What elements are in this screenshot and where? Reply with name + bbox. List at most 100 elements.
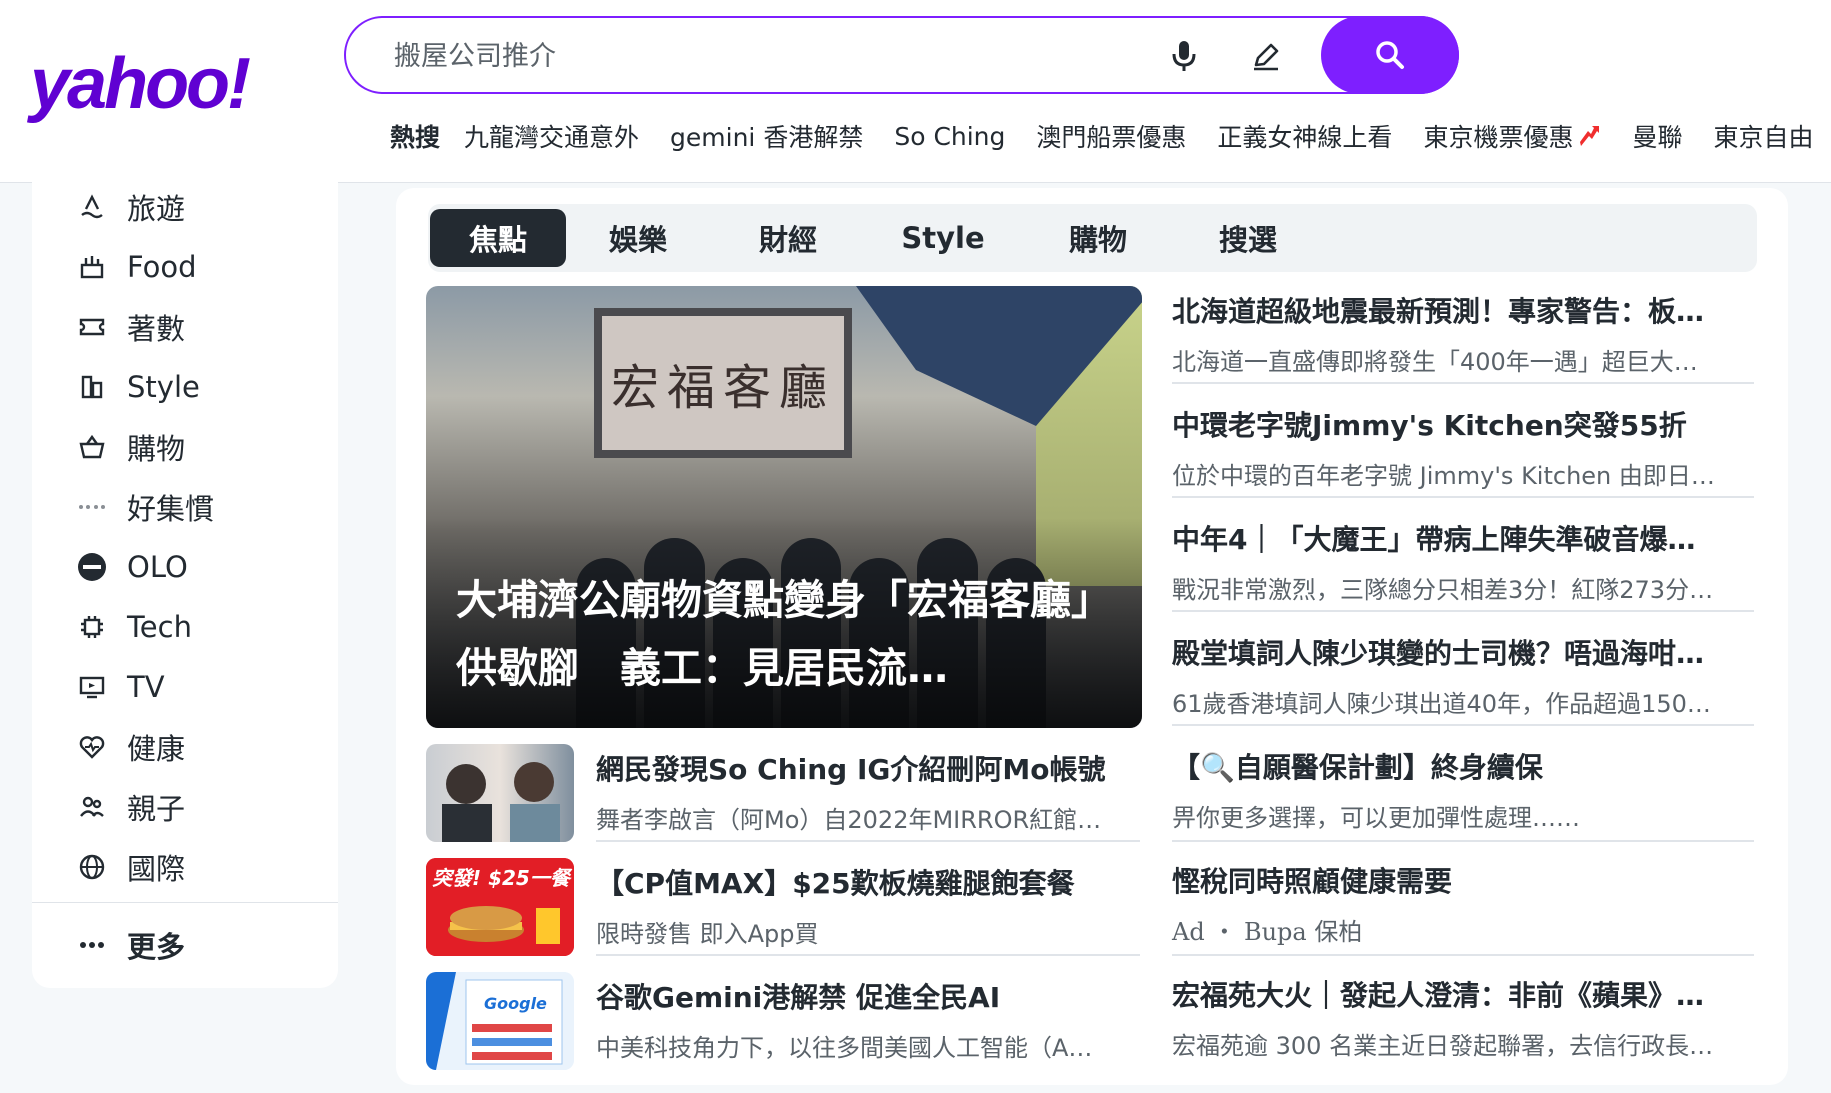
trending-item-hot[interactable]: 東京機票優惠 <box>1423 118 1601 154</box>
search-input[interactable] <box>392 36 1096 76</box>
olo-live-icon <box>77 552 107 582</box>
hero-story[interactable]: 宏福客廳 大埔濟公廟物資點變身「宏福客廳」供歇腳 義工：見居民流… <box>426 286 1142 728</box>
divider <box>1172 954 1754 956</box>
tab-finance[interactable]: 財經 <box>718 209 858 267</box>
trending-item[interactable]: 九龍灣交通意外 <box>464 118 639 154</box>
news-thumbnail[interactable]: Google <box>426 972 574 1070</box>
news-title: 宏福苑大火｜發起人澄清：非前《蘋果》… <box>1172 979 1705 1012</box>
sidebar-item-label: OLO <box>127 550 188 584</box>
trending-item[interactable]: So Ching <box>894 122 1005 151</box>
yahoo-logo[interactable]: yahoo! <box>30 44 251 124</box>
sidebar-item-tech[interactable]: Tech <box>77 602 192 652</box>
thumbnail-image <box>442 762 560 842</box>
trending-item[interactable]: 曼聯 <box>1632 118 1682 154</box>
search-icon <box>1376 41 1404 69</box>
news-item[interactable]: 中年4｜「大魔王」帶病上陣失準破音爆… 戰況非常激烈，三隊總分只相差3分！紅隊2… <box>1172 518 1758 605</box>
divider <box>1172 840 1754 842</box>
trending-label: 熱搜 <box>390 123 441 152</box>
thumbnail-caption: Google <box>484 994 547 1013</box>
tab-shopping[interactable]: 購物 <box>1028 209 1168 267</box>
sidebar-item-deals[interactable]: 著數 <box>77 302 185 352</box>
news-item[interactable]: 北海道超級地震最新預測！專家警告：板… 北海道一直盛傳即將發生「400年一遇」超… <box>1172 290 1758 377</box>
news-summary: 61歲香港填詞人陳少琪出道40年，作品超過150… <box>1172 690 1711 718</box>
news-item[interactable]: 谷歌Gemini港解禁 促進全民AI 中美科技角力下，以往多間美國人工智能（A… <box>596 976 1144 1063</box>
news-title: 殿堂填詞人陳少琪變的士司機？唔過海咁… <box>1172 637 1705 670</box>
sidebar-item-parenting[interactable]: 親子 <box>77 782 185 832</box>
handwrite-button[interactable] <box>1246 36 1286 76</box>
news-title: 北海道超級地震最新預測！專家警告：板… <box>1172 295 1705 328</box>
trending-up-icon <box>1580 126 1600 146</box>
sidebar-item-label: 親子 <box>127 792 186 826</box>
sidebar-item-brand[interactable]: 好集慣 <box>77 482 214 532</box>
sidebar-item-olo[interactable]: OLO <box>77 542 188 592</box>
ad-sponsor: Ad ・ Bupa 保柏 <box>1172 918 1363 946</box>
tab-focus[interactable]: 焦點 <box>430 209 566 267</box>
sponsored-summary: 畀你更多選擇，可以更加彈性處理…… <box>1172 804 1580 832</box>
news-summary: 舞者李啟言（阿Mo）自2022年MIRROR紅館… <box>596 806 1102 834</box>
news-item[interactable]: 中環老字號Jimmy's Kitchen突發55折 位於中環的百年老字號 Jim… <box>1172 404 1758 491</box>
trending-item[interactable]: gemini 香港解禁 <box>670 118 863 154</box>
promo-summary: 限時發售 即入App買 <box>596 920 819 948</box>
news-item[interactable]: 殿堂填詞人陳少琪變的士司機？唔過海咁… 61歲香港填詞人陳少琪出道40年，作品超… <box>1172 632 1758 719</box>
pen-icon <box>1254 43 1279 71</box>
sidebar-divider <box>32 902 338 903</box>
news-item[interactable]: 宏福苑大火｜發起人澄清：非前《蘋果》… 宏福苑逾 300 名業主近日發起聯署，去… <box>1172 974 1758 1061</box>
trending-item[interactable]: 澳門船票優惠 <box>1036 118 1186 154</box>
news-thumbnail[interactable] <box>426 744 574 842</box>
tv-icon <box>77 672 107 702</box>
sidebar-item-label: Tech <box>127 610 192 644</box>
sidebar-item-travel[interactable]: 旅遊 <box>77 182 185 232</box>
tab-style[interactable]: Style <box>868 209 1018 267</box>
news-item[interactable]: 網民發現So Ching IG介紹刪阿Mo帳號 舞者李啟言（阿Mo）自2022年… <box>596 748 1144 835</box>
trending-item[interactable]: 正義女神線上看 <box>1217 118 1392 154</box>
sidebar-more-button[interactable]: 更多 <box>77 920 185 970</box>
sidebar-item-label: 好集慣 <box>127 492 215 526</box>
divider <box>1172 382 1754 384</box>
sidebar-item-label: TV <box>127 670 165 704</box>
news-title: 中年4｜「大魔王」帶病上陣失準破音爆… <box>1172 523 1696 556</box>
travel-icon <box>77 192 107 222</box>
news-summary: 戰況非常激烈，三隊總分只相差3分！紅隊273分… <box>1172 576 1714 604</box>
chip-icon <box>77 612 107 642</box>
more-dots-icon <box>77 930 107 960</box>
sidebar-item-label: 健康 <box>127 732 186 766</box>
globe-icon <box>77 852 107 882</box>
sidebar-item-world[interactable]: 國際 <box>77 842 185 892</box>
microphone-icon <box>1172 41 1196 71</box>
coupon-icon <box>77 312 107 342</box>
tab-entertainment[interactable]: 娛樂 <box>568 209 708 267</box>
sponsored-item[interactable]: 【🔍自願醫保計劃】終身續保 畀你更多選擇，可以更加彈性處理…… <box>1172 746 1758 833</box>
thumbnail-image <box>426 972 574 1070</box>
news-panel: 焦點 娛樂 財經 Style 購物 搜選 宏福客廳 大埔濟公廟物資點變身「宏福客… <box>396 188 1788 1085</box>
news-title: 中環老字號Jimmy's Kitchen突發55折 <box>1172 409 1687 442</box>
sidebar-item-health[interactable]: 健康 <box>77 722 185 772</box>
promo-thumbnail[interactable]: 突發! $25一餐 <box>426 858 574 956</box>
sidebar-item-label: 旅遊 <box>127 192 186 226</box>
brand-logo-icon <box>77 492 107 522</box>
divider <box>596 840 1140 842</box>
search-bar <box>344 16 1459 94</box>
food-icon <box>77 252 107 282</box>
promo-badge: 突發! $25一餐 <box>432 866 570 890</box>
shopping-basket-icon <box>77 432 107 462</box>
search-button[interactable] <box>1321 16 1459 94</box>
promo-item[interactable]: 【CP值MAX】$25歎板燒雞腿飽套餐 限時發售 即入App買 <box>596 862 1144 949</box>
trending-bar: 熱搜 九龍灣交通意外 gemini 香港解禁 So Ching 澳門船票優惠 正… <box>390 118 1831 154</box>
trending-item[interactable]: 東京自由 <box>1713 118 1813 154</box>
sidebar-item-label: Style <box>127 370 200 404</box>
sidebar-item-shopping[interactable]: 購物 <box>77 422 185 472</box>
sidebar-item-tv[interactable]: TV <box>77 662 165 712</box>
sidebar-item-label: 著數 <box>127 312 186 346</box>
sponsored-title: 【🔍自願醫保計劃】終身續保 <box>1172 751 1543 784</box>
news-title: 谷歌Gemini港解禁 促進全民AI <box>596 981 1001 1014</box>
sidebar-item-food[interactable]: Food <box>77 242 197 292</box>
sidebar-item-label: Food <box>127 250 197 284</box>
news-summary: 北海道一直盛傳即將發生「400年一遇」超巨大… <box>1172 348 1698 376</box>
sidebar-item-style[interactable]: Style <box>77 362 200 412</box>
promo-title: 【CP值MAX】$25歎板燒雞腿飽套餐 <box>596 867 1075 900</box>
tab-picks[interactable]: 搜選 <box>1178 209 1318 267</box>
divider <box>596 954 1140 956</box>
mic-button[interactable] <box>1164 36 1204 76</box>
news-summary: 中美科技角力下，以往多間美國人工智能（A… <box>596 1034 1093 1062</box>
ad-item[interactable]: 慳稅同時照顧健康需要 Ad ・ Bupa 保柏 <box>1172 860 1758 947</box>
